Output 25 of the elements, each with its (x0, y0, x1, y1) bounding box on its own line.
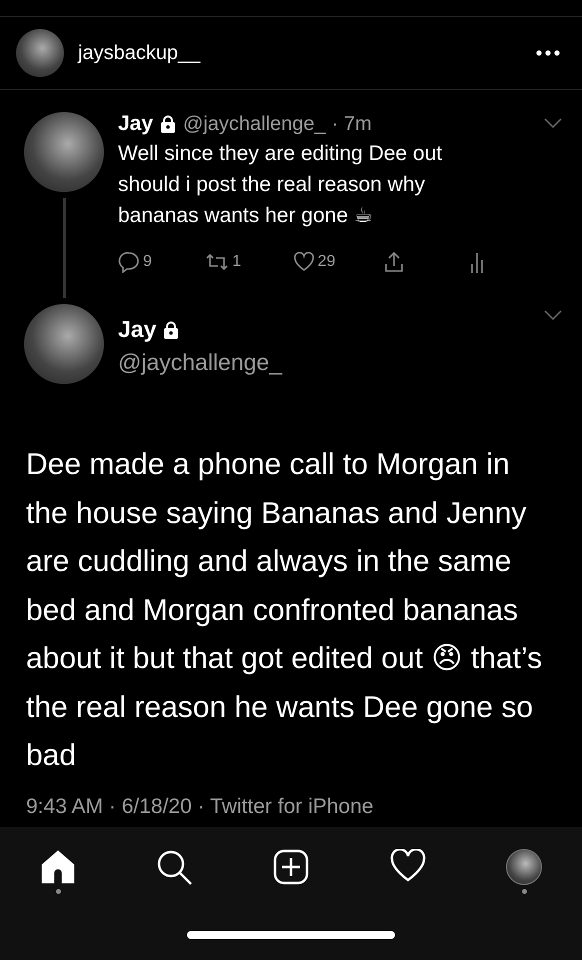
profile-avatar[interactable] (506, 848, 542, 885)
share-icon[interactable] (382, 251, 405, 274)
tweet-text: Dee made a phone call to Morgan in the house saying Bananas and Jenny are cuddling and always in the same bed and Morgan confronted bananas about it but that got edited out 😠 that’s the real reason he wants Dee gone so bad (26, 447, 544, 774)
tweet-text: Well since they are editing Dee out should i post the real reason why bananas wants her gone ☕ (118, 141, 444, 230)
home-icon[interactable] (40, 848, 76, 885)
more-options-icon[interactable] (536, 50, 560, 56)
action-count: 1 (232, 253, 242, 272)
chevron-down-icon[interactable] (544, 310, 562, 320)
avatar (16, 29, 64, 78)
author-handle: @jaychallenge_ (118, 348, 282, 378)
retweet-icon[interactable] (205, 252, 230, 272)
reply-icon[interactable] (118, 251, 140, 274)
author-name: Jay (118, 112, 154, 136)
search-icon[interactable] (156, 848, 194, 887)
action-count: 29 (318, 253, 336, 272)
action-count: 9 (143, 253, 152, 272)
timestamp: · 7m (332, 112, 372, 136)
author-handle: @jaychallenge_ (183, 112, 326, 136)
chevron-down-icon[interactable] (544, 118, 562, 128)
add-post-icon[interactable] (273, 848, 309, 885)
heart-icon[interactable] (292, 252, 315, 272)
author-name: Jay (118, 316, 156, 344)
tweet-meta: 9:43 AM · 6/18/20 · Twitter for iPhone (26, 794, 374, 820)
username[interactable]: jaysbackup__ (78, 42, 522, 65)
stats-icon[interactable] (470, 251, 484, 274)
